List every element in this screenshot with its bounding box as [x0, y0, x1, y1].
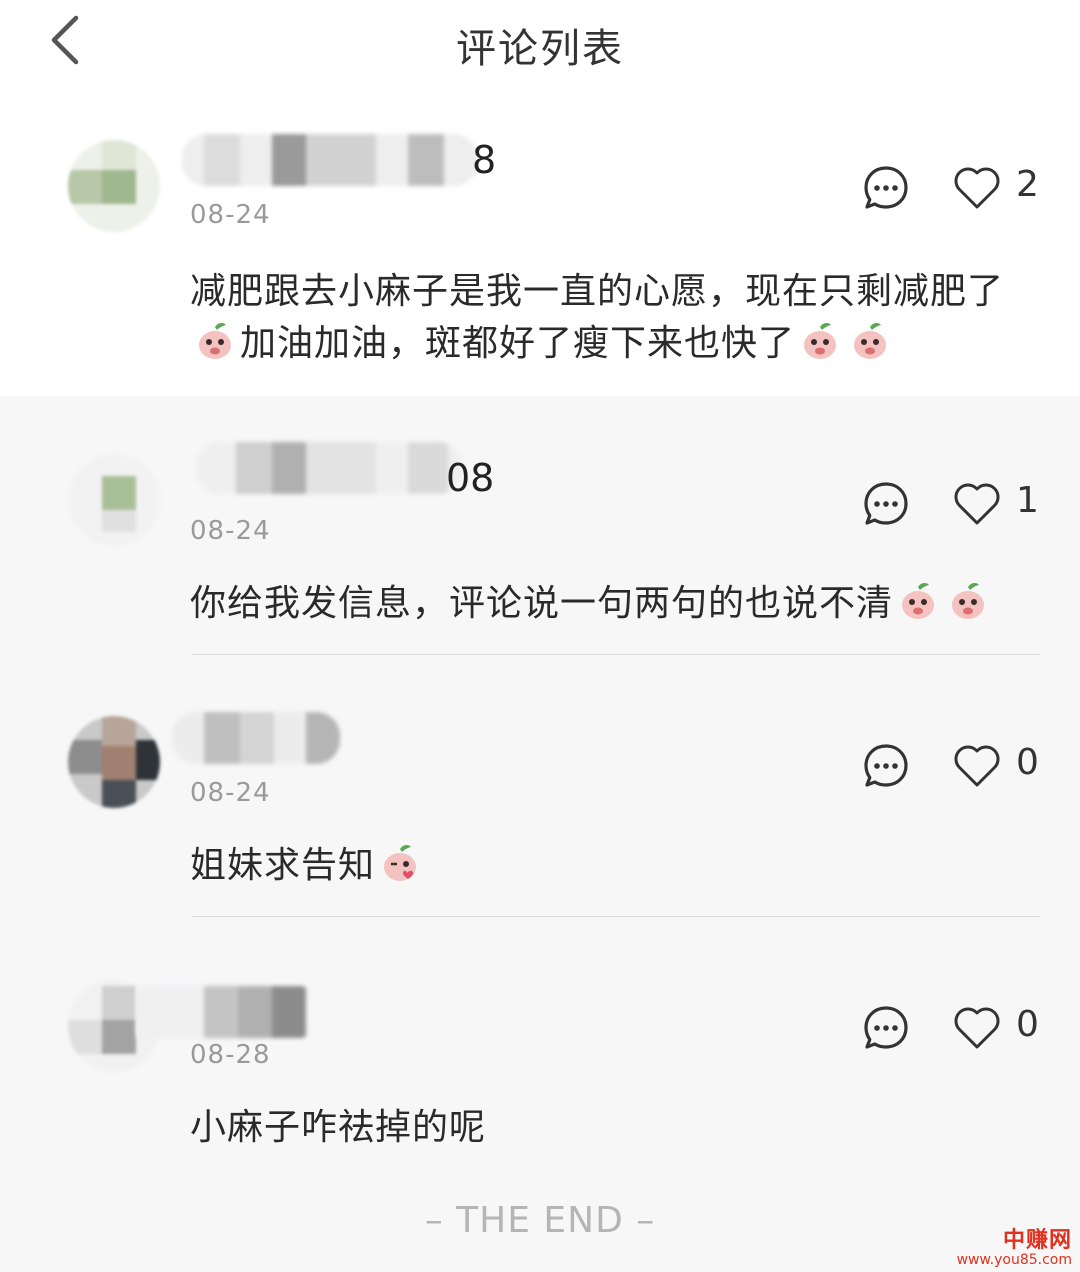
- comment-date: 08-28: [190, 1040, 271, 1070]
- kiss-peach-emoji-icon: [384, 844, 417, 881]
- comment-text-part: 姐妹求告知: [190, 845, 376, 886]
- reply-icon[interactable]: [862, 742, 910, 790]
- comment-text: 你给我发信息，评论说一句两句的也说不清: [190, 578, 1030, 630]
- reply-icon[interactable]: [862, 1004, 910, 1052]
- peach-emoji-icon: [902, 582, 935, 619]
- end-of-list-marker: – THE END –: [424, 1200, 656, 1241]
- comment-text: 减肥跟去小麻子是我一直的心愿，现在只剩减肥了加油加油，斑都好了瘦下来也快了: [190, 266, 1030, 370]
- peach-emoji-icon: [199, 322, 231, 359]
- like-heart-icon[interactable]: [952, 742, 1002, 790]
- comment-date: 08-24: [190, 516, 271, 546]
- comment-text-part: 小麻子咋祛掉的呢: [190, 1107, 487, 1148]
- username-tail: 8: [472, 138, 497, 182]
- peach-emoji-icon: [854, 322, 887, 359]
- site-watermark: 中赚网 www.you85.com: [957, 1222, 1072, 1268]
- comment-date: 08-24: [190, 200, 271, 230]
- watermark-logo-text: 中赚网: [1002, 1228, 1072, 1253]
- username-blurred[interactable]: [136, 986, 306, 1038]
- comment-text-part: 你给我发信息，评论说一句两句的也说不清: [190, 583, 894, 624]
- like-heart-icon[interactable]: [952, 1004, 1002, 1052]
- username-blurred[interactable]: [182, 134, 478, 186]
- comment-text: 姐妹求告知: [190, 840, 1030, 892]
- comment-text-part: 加油加油，斑都好了瘦下来也快了: [240, 323, 796, 364]
- like-heart-icon[interactable]: [952, 480, 1002, 528]
- avatar[interactable]: [68, 140, 160, 232]
- username-blurred[interactable]: [172, 712, 340, 764]
- peach-emoji-icon: [804, 322, 837, 359]
- like-count: 1: [1016, 480, 1039, 521]
- avatar[interactable]: [68, 454, 160, 546]
- reply-icon[interactable]: [862, 480, 910, 528]
- username-tail: 08: [446, 456, 495, 500]
- page-title: 评论列表: [456, 26, 624, 72]
- comment-divider: [192, 916, 1040, 917]
- like-count: 2: [1016, 164, 1039, 205]
- header-bar: 评论列表: [0, 0, 1080, 80]
- reply-icon[interactable]: [862, 164, 910, 212]
- watermark-url-text: www.you85.com: [956, 1252, 1072, 1268]
- like-count: 0: [1016, 1004, 1039, 1045]
- peach-emoji-icon: [952, 582, 985, 619]
- comment-date: 08-24: [190, 778, 271, 808]
- comment-divider: [192, 654, 1040, 655]
- like-heart-icon[interactable]: [952, 164, 1002, 212]
- comment-text: 小麻子咋祛掉的呢: [190, 1102, 1030, 1154]
- like-count: 0: [1016, 742, 1039, 783]
- avatar[interactable]: [68, 716, 160, 808]
- comment-text-part: 减肥跟去小麻子是我一直的心愿，现在只剩减肥了: [190, 271, 1005, 312]
- username-blurred[interactable]: [196, 442, 462, 494]
